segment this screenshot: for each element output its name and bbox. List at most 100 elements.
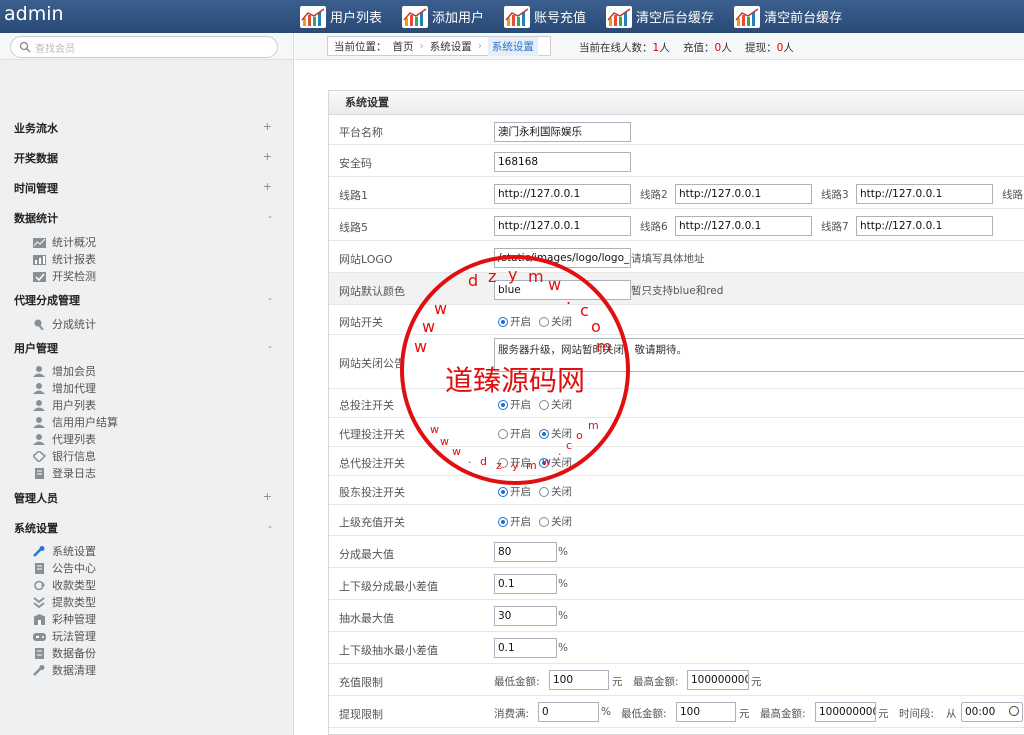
sidebar-item-data-cleanup[interactable]: 数据清理	[33, 662, 96, 678]
gamepad-icon	[33, 631, 46, 642]
menu-data-statistics[interactable]: 数据统计 -	[14, 210, 284, 226]
line5-input[interactable]: http://127.0.0.1	[494, 216, 631, 236]
wrench-icon	[33, 664, 46, 676]
sidebar-item-login-log[interactable]: 登录日志	[33, 465, 96, 481]
sidebar-item-label: 数据备份	[52, 647, 96, 660]
watermark-char: w	[434, 299, 448, 318]
sidebar-item-system-settings[interactable]: 系统设置	[33, 543, 96, 559]
sidebar-item-stat-overview[interactable]: 统计概况	[33, 234, 96, 250]
withdraw-consume-input[interactable]: 0	[538, 702, 599, 722]
collapse-icon[interactable]: -	[268, 520, 272, 533]
sidebar-item-data-backup[interactable]: 数据备份	[33, 645, 96, 661]
sidebar-item-credit-settlement[interactable]: 信用用户结算	[33, 414, 118, 430]
line6-label: 线路6	[640, 221, 668, 233]
field-label: 网站关闭公告	[339, 357, 405, 370]
nav-clear-backend-cache-label: 清空后台缓存	[636, 11, 715, 26]
building-icon	[33, 613, 46, 625]
sidebar-item-label: 用户列表	[52, 399, 96, 412]
sidebar-item-label: 收款类型	[52, 579, 96, 592]
online-stats: 当前在线人数：1人 充值：0人 提现：0人	[579, 40, 794, 55]
withdraw-time-input[interactable]: 00:00	[961, 702, 1023, 722]
breadcrumb-parent[interactable]: 系统设置	[430, 39, 472, 54]
withdraw-min-input[interactable]: 100	[676, 702, 736, 722]
line3-input[interactable]: http://127.0.0.1	[856, 184, 993, 204]
menu-time-management[interactable]: 时间管理 +	[14, 180, 284, 196]
sidebar-item-play-management[interactable]: 玩法管理	[33, 628, 96, 644]
collapse-icon[interactable]: -	[268, 292, 272, 305]
field-label: 网站开关	[339, 316, 383, 329]
nav-clear-backend-cache[interactable]: 清空后台缓存	[606, 0, 714, 33]
max-share-input[interactable]: 80	[494, 542, 557, 562]
withdraw-max-input[interactable]: 100000000	[815, 702, 876, 722]
line6-input[interactable]: http://127.0.0.1	[675, 216, 812, 236]
nav-user-list[interactable]: 用户列表	[300, 0, 382, 33]
watermark-char: w	[542, 455, 551, 468]
nav-account-recharge[interactable]: 账号充值	[504, 0, 586, 33]
refresh-icon	[33, 580, 46, 591]
menu-business-flow[interactable]: 业务流水 +	[14, 120, 284, 136]
sidebar-item-bank-info[interactable]: 银行信息	[31, 448, 96, 464]
recharge-unit: 人	[721, 42, 732, 54]
line2-input[interactable]: http://127.0.0.1	[675, 184, 812, 204]
field-label: 上级充值开关	[339, 516, 405, 529]
line1-input[interactable]: http://127.0.0.1	[494, 184, 631, 204]
upper-recharge-off-radio[interactable]: 关闭	[539, 514, 572, 529]
collapse-icon[interactable]: -	[268, 340, 272, 353]
menu-staff[interactable]: 管理人员 +	[14, 490, 284, 506]
field-label: 总代投注开关	[339, 457, 405, 470]
menu-user-management[interactable]: 用户管理 -	[14, 340, 284, 356]
nav-add-user[interactable]: 添加用户	[402, 0, 484, 33]
line7-input[interactable]: http://127.0.0.1	[856, 216, 993, 236]
max-rebate-input[interactable]: 30	[494, 606, 557, 626]
upper-recharge-on-radio[interactable]: 开启	[498, 514, 531, 529]
sidebar-item-agent-list[interactable]: 代理列表	[33, 431, 96, 447]
watermark-char: o	[591, 317, 601, 336]
sidebar-item-notice-center[interactable]: 公告中心	[33, 560, 96, 576]
platform-name-input[interactable]: 澳门永利国际娱乐	[494, 122, 631, 142]
menu-lottery-data[interactable]: 开奖数据 +	[14, 150, 284, 166]
security-code-input[interactable]: 168168	[494, 152, 631, 172]
shareholder-bet-on-radio[interactable]: 开启	[498, 484, 531, 499]
consume-label: 消费满:	[494, 708, 530, 720]
recharge-max-input[interactable]: 100000000	[687, 670, 749, 690]
sidebar-item-stat-report[interactable]: 统计报表	[33, 251, 96, 267]
recharge-min-input[interactable]: 100	[549, 670, 609, 690]
row-withdraw-limit: 提现限制 消费满: 0 % 最低金额: 100 元 最高金额: 10000000…	[329, 696, 1024, 728]
shareholder-bet-off-radio[interactable]: 关闭	[539, 484, 572, 499]
sidebar-item-add-member[interactable]: 增加会员	[33, 363, 96, 379]
sidebar-item-label: 增加代理	[52, 382, 96, 395]
sidebar-item-lottery-management[interactable]: 彩种管理	[33, 611, 96, 627]
sidebar-item-user-list[interactable]: 用户列表	[33, 397, 96, 413]
menu-agent-share[interactable]: 代理分成管理 -	[14, 292, 284, 308]
search-input[interactable]: 查找会员	[10, 36, 278, 58]
withdraw-unit: 人	[783, 42, 794, 54]
min-rebate-diff-input[interactable]: 0.1	[494, 638, 557, 658]
expand-icon[interactable]: +	[263, 120, 272, 133]
breadcrumb-home[interactable]: 首页	[393, 39, 414, 54]
expand-icon[interactable]: +	[263, 490, 272, 503]
row-platform-name: 平台名称 澳门永利国际娱乐	[329, 116, 1024, 145]
watermark-char: m	[588, 419, 599, 432]
collapse-icon[interactable]: -	[268, 210, 272, 223]
sidebar-item-label: 彩种管理	[52, 613, 96, 626]
breadcrumb-prefix: 当前位置：	[334, 40, 387, 53]
line2-label: 线路2	[640, 189, 668, 201]
nav-clear-frontend-cache[interactable]: 清空前台缓存	[734, 0, 842, 33]
sidebar-item-lottery-check[interactable]: 开奖检测	[33, 268, 96, 284]
sidebar-item-add-agent[interactable]: 增加代理	[33, 380, 96, 396]
min-share-diff-input[interactable]: 0.1	[494, 574, 557, 594]
watermark-char: d	[480, 455, 487, 468]
expand-icon[interactable]: +	[263, 180, 272, 193]
watermark-char: o	[576, 429, 583, 442]
field-label: 网站LOGO	[339, 253, 393, 266]
sidebar-item-label: 统计报表	[52, 253, 96, 266]
sidebar-item-share-stat[interactable]: 分成统计	[33, 316, 96, 332]
menu-system-settings[interactable]: 系统设置 -	[14, 520, 284, 536]
expand-icon[interactable]: +	[263, 150, 272, 163]
max-amount-label: 最高金额:	[760, 708, 806, 720]
top-nav: 用户列表 添加用户 账号充值 清空后台缓存 清空前台缓存	[300, 0, 862, 33]
row-security-code: 安全码 168168	[329, 145, 1024, 177]
sidebar-item-withdraw-type[interactable]: 提款类型	[33, 594, 96, 610]
sidebar-item-label: 信用用户结算	[52, 416, 118, 429]
sidebar-item-payment-type[interactable]: 收款类型	[33, 577, 96, 593]
